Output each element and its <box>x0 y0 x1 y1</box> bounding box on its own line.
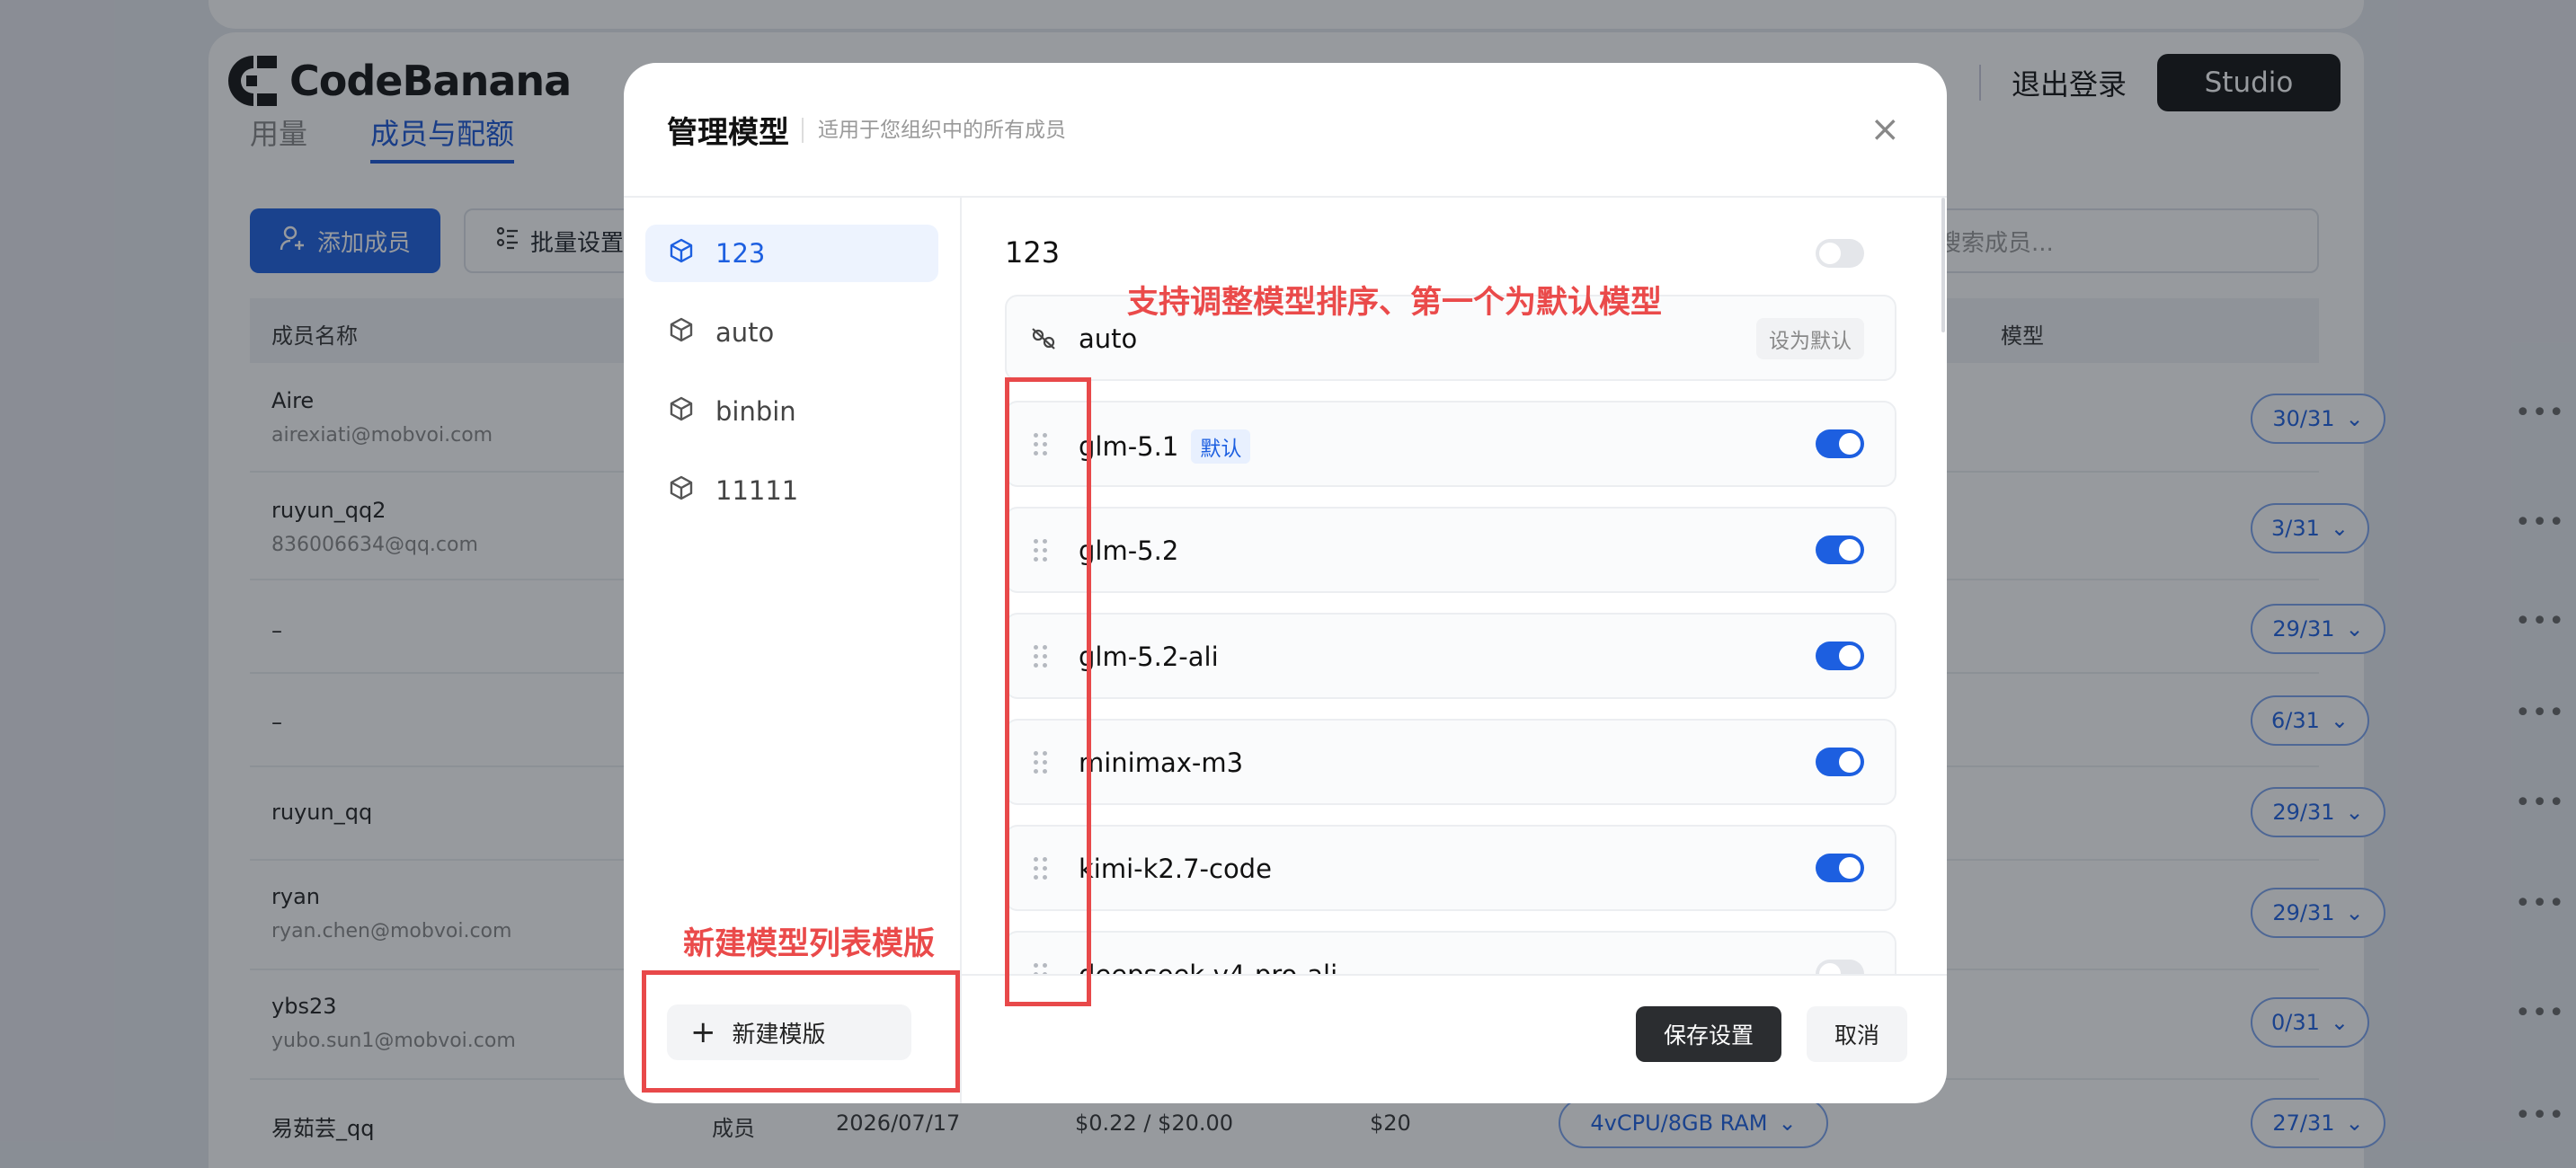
model-row[interactable]: glm-5.1 默认 <box>1005 401 1896 487</box>
dialog-title-text: 管理模型 <box>667 115 789 151</box>
template-item-123[interactable]: 123 <box>645 225 938 282</box>
model-toggle[interactable] <box>1816 642 1864 670</box>
model-label: auto <box>1079 323 1138 354</box>
model-toggle[interactable] <box>1816 429 1864 458</box>
model-name: minimax-m3 <box>1079 748 1244 778</box>
model-row[interactable]: kimi-k2.7-code <box>1005 825 1896 911</box>
template-item-auto[interactable]: auto <box>645 304 938 361</box>
model-label: glm-5.1 默认 <box>1079 429 1251 464</box>
template-toggle[interactable] <box>1816 239 1864 268</box>
model-name: glm-5.2-ali <box>1079 642 1219 672</box>
template-label: 11111 <box>715 475 799 506</box>
divider <box>624 196 1947 198</box>
model-toggle[interactable] <box>1816 535 1864 564</box>
annotation-box-reorder <box>1005 377 1091 1006</box>
model-name: kimi-k2.7-code <box>1079 854 1272 884</box>
model-list-clip: deepseek-v4-pro-ali <box>962 931 1941 974</box>
template-label: auto <box>715 317 775 348</box>
dialog-subtitle: 适用于您组织中的所有成员 <box>802 117 1066 143</box>
template-label: binbin <box>715 396 796 427</box>
model-row[interactable]: minimax-m3 <box>1005 719 1896 805</box>
dialog-title: 管理模型 适用于您组织中的所有成员 <box>667 108 1066 152</box>
annotation-new-template-note: 新建模型列表模版 <box>683 926 936 962</box>
model-row[interactable]: glm-5.2-ali <box>1005 613 1896 699</box>
close-icon[interactable]: × <box>1870 111 1900 147</box>
auto-icon <box>1030 325 1057 356</box>
default-badge: 默认 <box>1191 429 1251 464</box>
annotation-box-new-template <box>642 970 960 1093</box>
model-toggle[interactable] <box>1816 748 1864 776</box>
template-item-binbin[interactable]: binbin <box>645 383 938 440</box>
cube-icon <box>669 238 694 270</box>
cancel-button[interactable]: 取消 <box>1807 1006 1907 1062</box>
template-label: 123 <box>715 238 766 269</box>
template-item-11111[interactable]: 11111 <box>645 462 938 519</box>
model-name: deepseek-v4-pro-ali <box>1079 960 1337 974</box>
scrollbar[interactable] <box>1941 198 1945 332</box>
save-button[interactable]: 保存设置 <box>1636 1006 1781 1062</box>
panel-title: 123 <box>1005 235 1061 270</box>
cube-icon <box>669 475 694 507</box>
model-name: glm-5.1 <box>1079 431 1179 462</box>
model-toggle[interactable] <box>1816 854 1864 882</box>
model-row[interactable]: deepseek-v4-pro-ali <box>1005 931 1896 974</box>
divider <box>962 974 1947 976</box>
model-row[interactable]: glm-5.2 <box>1005 507 1896 593</box>
model-toggle[interactable] <box>1816 960 1864 974</box>
cube-icon <box>669 317 694 349</box>
model-name: glm-5.2 <box>1079 535 1179 566</box>
annotation-reorder-note: 支持调整模型排序、第一个为默认模型 <box>1127 285 1663 321</box>
cube-icon <box>669 396 694 428</box>
set-default-button[interactable]: 设为默认 <box>1756 318 1864 359</box>
